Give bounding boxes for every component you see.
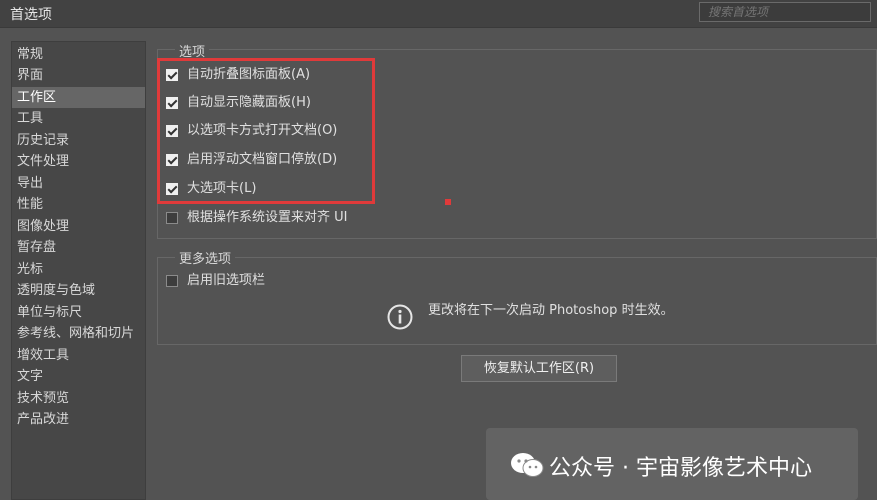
sidebar-item-scratch-disks[interactable]: 暂存盘 xyxy=(12,237,145,258)
red-dot-marker xyxy=(445,199,451,205)
sidebar-item-interface[interactable]: 界面 xyxy=(12,65,145,86)
sidebar-item-export[interactable]: 导出 xyxy=(12,173,145,194)
sidebar-item-product-improvement[interactable]: 产品改进 xyxy=(12,409,145,430)
red-highlight-box xyxy=(157,58,375,204)
option-label: 启用旧选项栏 xyxy=(187,273,266,288)
sidebar-item-transparency[interactable]: 透明度与色域 xyxy=(12,280,145,301)
sidebar-item-tools[interactable]: 工具 xyxy=(12,108,145,129)
search-input[interactable] xyxy=(699,2,871,22)
sidebar-item-workspace[interactable]: 工作区 xyxy=(12,87,145,108)
restart-notice: 更改将在下一次启动 Photoshop 时生效。 xyxy=(428,303,674,318)
sidebar-item-image-processing[interactable]: 图像处理 xyxy=(12,216,145,237)
watermark-text: 公众号 · 宇宙影像艺术中心 xyxy=(549,456,812,481)
sidebar-item-history[interactable]: 历史记录 xyxy=(12,130,145,151)
wechat-icon xyxy=(511,453,544,477)
window-title: 首选项 xyxy=(10,7,52,23)
sidebar-item-type[interactable]: 文字 xyxy=(12,366,145,387)
checkbox-unchecked[interactable] xyxy=(166,275,178,287)
info-icon xyxy=(387,304,413,330)
sidebar-item-file-handling[interactable]: 文件处理 xyxy=(12,151,145,172)
title-bar: 首选项 xyxy=(0,0,877,28)
sidebar-item-tech-preview[interactable]: 技术预览 xyxy=(12,388,145,409)
option-label: 根据操作系统设置来对齐 UI xyxy=(187,210,348,225)
sidebar-item-plugins[interactable]: 增效工具 xyxy=(12,345,145,366)
sidebar-item-guides[interactable]: 参考线、网格和切片 xyxy=(12,323,145,344)
checkbox-unchecked[interactable] xyxy=(166,212,178,224)
sidebar-item-general[interactable]: 常规 xyxy=(12,44,145,65)
more-options-group-title: 更多选项 xyxy=(175,248,236,267)
reset-workspace-button[interactable]: 恢复默认工作区(R) xyxy=(461,355,617,382)
sidebar-item-cursors[interactable]: 光标 xyxy=(12,259,145,280)
sidebar: 常规 界面 工作区 工具 历史记录 文件处理 导出 性能 图像处理 暂存盘 光标… xyxy=(11,41,146,500)
sidebar-item-units[interactable]: 单位与标尺 xyxy=(12,302,145,323)
sidebar-item-performance[interactable]: 性能 xyxy=(12,194,145,215)
